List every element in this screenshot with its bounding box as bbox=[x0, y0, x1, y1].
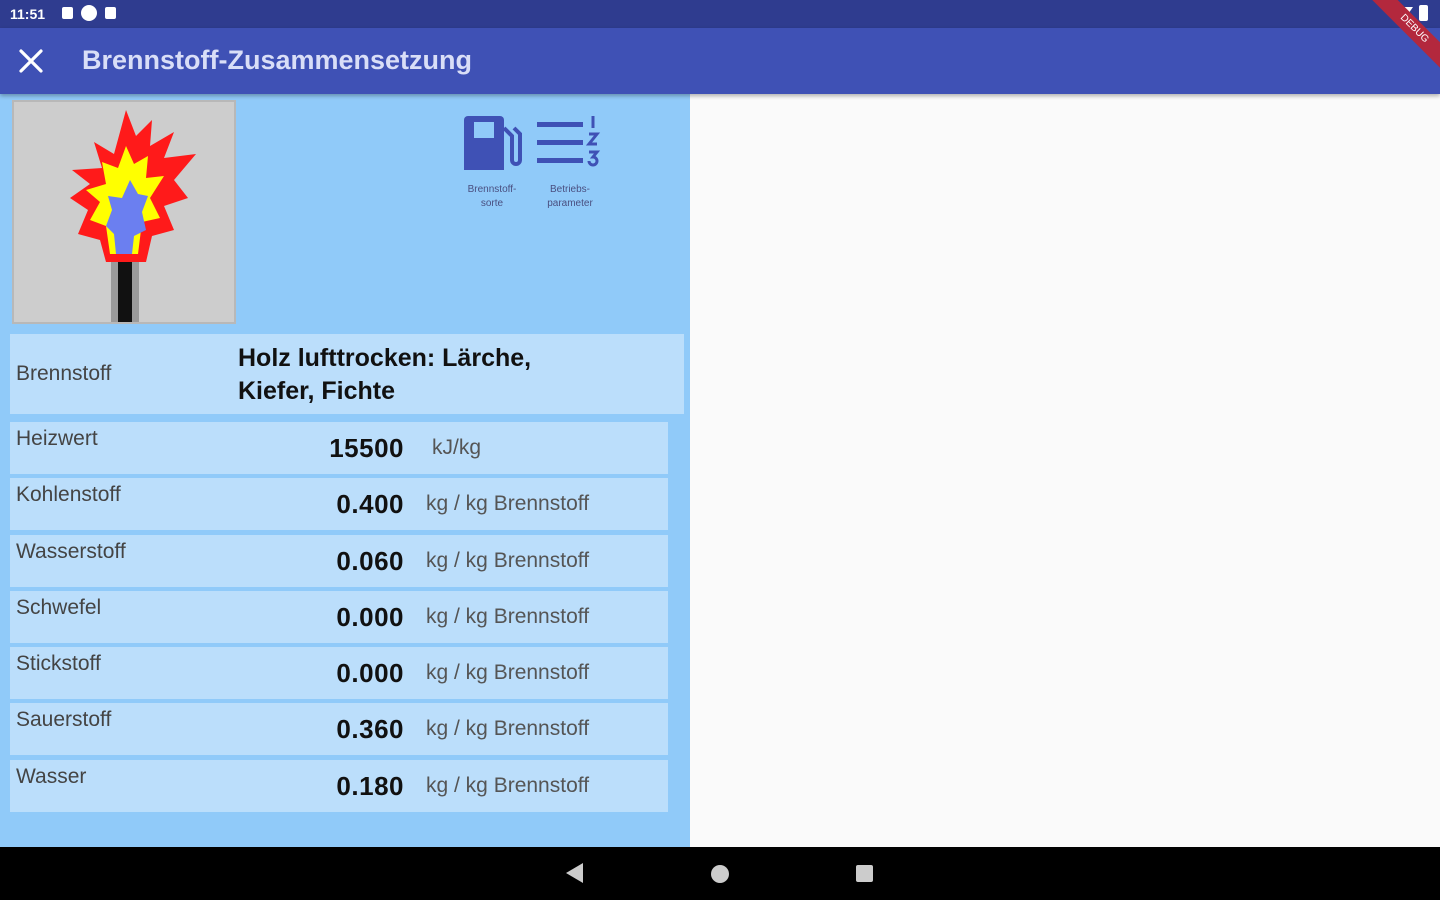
row-label: Schwefel bbox=[16, 595, 102, 619]
page-title: Brennstoff-Zusammensetzung bbox=[82, 45, 473, 75]
app-bar: Brennstoff-Zusammensetzung bbox=[0, 28, 1440, 94]
row-unit: kg / kg Brennstoff bbox=[426, 604, 590, 628]
operating-parameters-button[interactable]: Betriebs- parameter bbox=[530, 112, 610, 211]
row-label: Kohlenstoff bbox=[16, 483, 121, 507]
fuel-type-label-2: sorte bbox=[480, 198, 504, 209]
fuel-value-line2: Kiefer, Fichte bbox=[238, 377, 395, 405]
row-unit: kg / kg Brennstoff bbox=[426, 773, 590, 797]
row-value: 0.360 bbox=[336, 714, 404, 745]
notification-icon bbox=[62, 7, 73, 19]
row-value: 0.060 bbox=[336, 545, 404, 576]
table-row: Schwefel 0.000 kg / kg Brennstoff bbox=[10, 590, 668, 643]
close-button[interactable] bbox=[14, 44, 48, 78]
row-label: Wasser bbox=[16, 764, 87, 788]
numbered-list-icon bbox=[537, 116, 601, 167]
system-nav-bar bbox=[0, 847, 1440, 900]
row-label: Heizwert bbox=[16, 427, 98, 450]
home-icon[interactable] bbox=[711, 865, 729, 883]
row-value: 0.000 bbox=[336, 658, 404, 689]
row-unit: kg / kg Brennstoff bbox=[426, 661, 590, 685]
composition-table: Heizwert 15500 kJ/kg Kohlenstoff 0.400 k… bbox=[10, 422, 668, 816]
sd-card-icon bbox=[105, 7, 116, 19]
battery-icon bbox=[1419, 5, 1428, 21]
row-label: Sauerstoff bbox=[16, 708, 112, 732]
row-value: 0.400 bbox=[336, 489, 404, 520]
status-time: 11:51 bbox=[10, 6, 46, 22]
row-unit: kJ/kg bbox=[432, 436, 482, 459]
detail-pane bbox=[690, 94, 1440, 847]
fuel-label: Brennstoff bbox=[16, 362, 112, 385]
fuel-type-label-1: Brennstoff- bbox=[467, 184, 517, 195]
row-label: Wasserstoff bbox=[16, 539, 126, 563]
operating-parameters-label-1: Betriebs- bbox=[549, 184, 590, 195]
row-value: 0.000 bbox=[336, 601, 404, 632]
row-label: Stickstoff bbox=[16, 652, 101, 676]
row-unit: kg / kg Brennstoff bbox=[426, 717, 590, 741]
row-unit: kg / kg Brennstoff bbox=[426, 492, 590, 516]
row-value: 0.180 bbox=[336, 770, 404, 801]
fuel-row: Brennstoff Holz lufttrocken: Lärche, Kie… bbox=[10, 334, 684, 414]
status-notification-icons bbox=[62, 5, 116, 21]
fuel-value-line1: Holz lufttrocken: Lärche, bbox=[238, 344, 532, 372]
table-row: Wasser 0.180 kg / kg Brennstoff bbox=[10, 759, 668, 812]
flame-icon bbox=[70, 110, 196, 322]
status-bar: 11:51 bbox=[0, 0, 1440, 28]
table-row: Stickstoff 0.000 kg / kg Brennstoff bbox=[10, 647, 668, 700]
row-value: 15500 bbox=[329, 433, 404, 463]
fuel-pump-icon bbox=[464, 116, 522, 170]
back-icon[interactable] bbox=[566, 863, 583, 883]
flame-image bbox=[12, 100, 236, 324]
table-row: Sauerstoff 0.360 kg / kg Brennstoff bbox=[10, 703, 668, 756]
table-row: Kohlenstoff 0.400 kg / kg Brennstoff bbox=[10, 478, 668, 531]
close-icon bbox=[19, 49, 43, 73]
left-pane: Brennstoff- sorte Betriebs- parameter Br… bbox=[0, 94, 690, 847]
table-row: Wasserstoff 0.060 kg / kg Brennstoff bbox=[10, 534, 668, 587]
row-unit: kg / kg Brennstoff bbox=[426, 548, 590, 572]
fuel-type-button[interactable]: Brennstoff- sorte bbox=[452, 112, 532, 211]
recent-apps-icon[interactable] bbox=[856, 865, 873, 882]
fuel-value: Holz lufttrocken: Lärche, Kiefer, Fichte bbox=[238, 342, 658, 408]
operating-parameters-label-2: parameter bbox=[547, 198, 593, 209]
notification-icon bbox=[81, 5, 97, 21]
table-row: Heizwert 15500 kJ/kg bbox=[10, 422, 668, 474]
